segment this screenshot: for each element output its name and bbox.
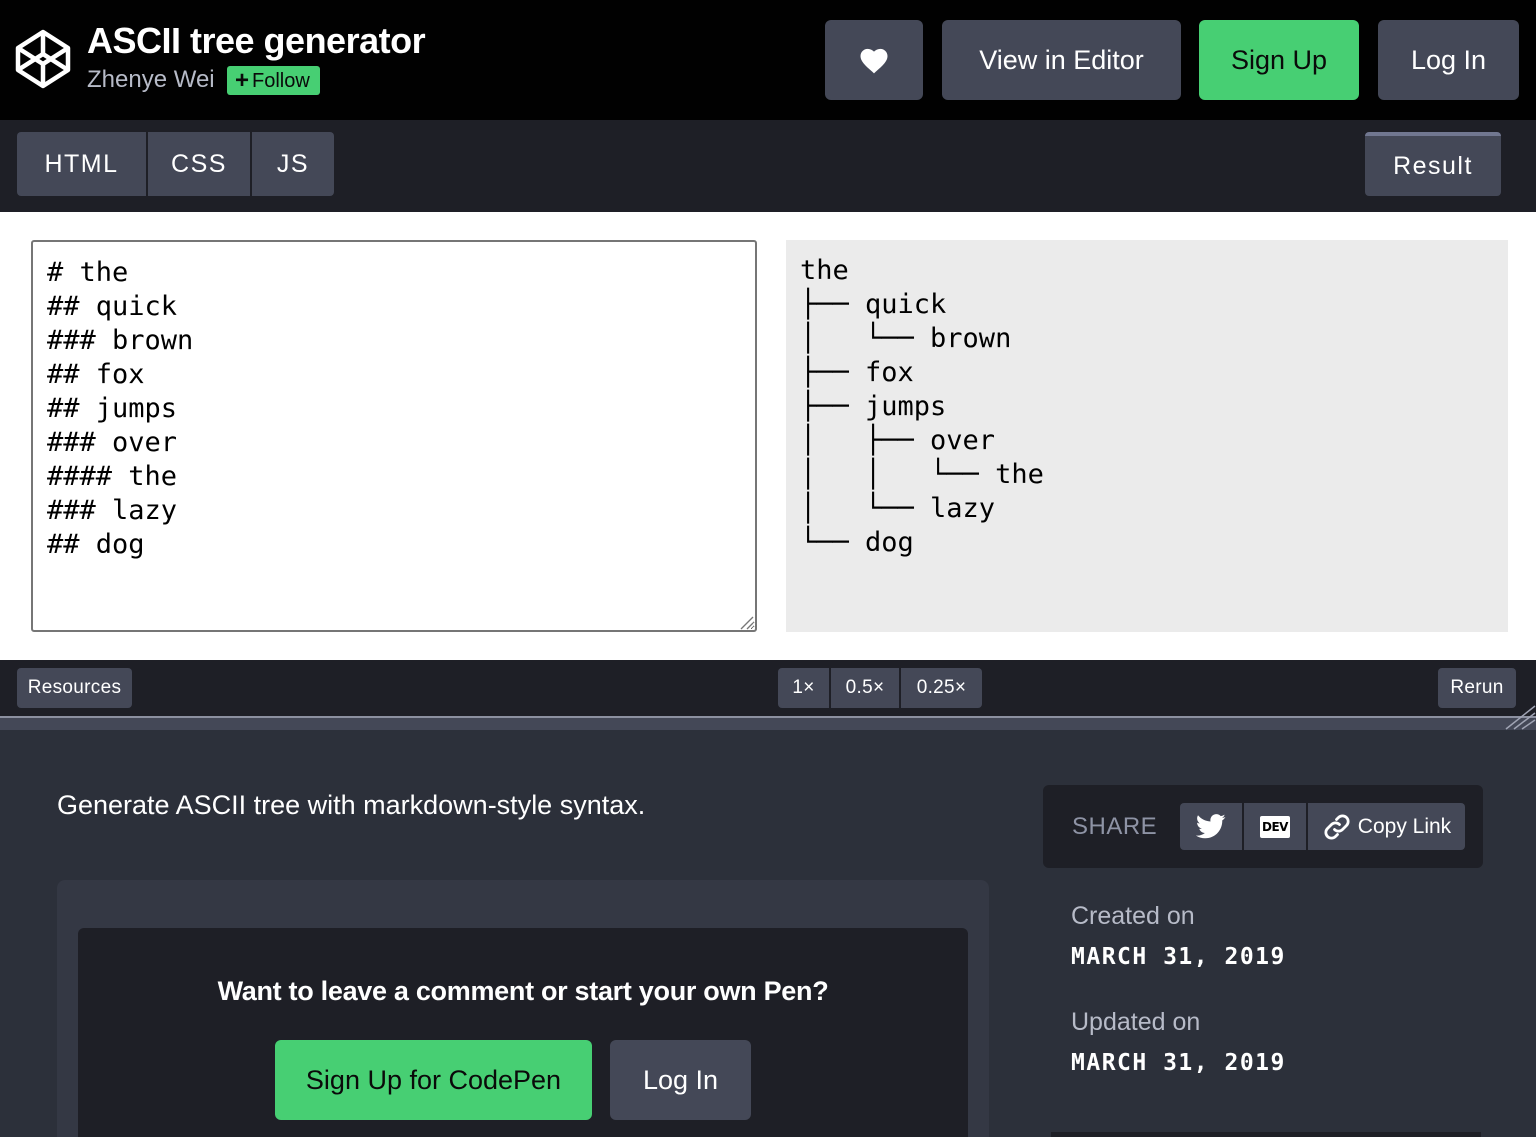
resources-button[interactable]: Resources [17,668,132,708]
tab-js[interactable]: JS [252,132,334,196]
sign-up-button[interactable]: Sign Up [1199,20,1359,100]
resize-grip-icon[interactable] [738,614,754,630]
plus-icon: + [235,67,250,94]
tab-result[interactable]: Result [1365,132,1501,196]
created-date: MARCH 31, 2019 [1071,944,1286,970]
preview-toolbar: Resources 1× 0.5× 0.25× Rerun [0,660,1536,716]
comment-cta: Want to leave a comment or start your ow… [78,928,968,1137]
link-icon [1324,813,1350,840]
sign-up-for-codepen-button[interactable]: Sign Up for CodePen [275,1040,592,1120]
panel-resize-divider[interactable] [0,716,1536,730]
follow-button[interactable]: + Follow [227,66,320,95]
log-in-button[interactable]: Log In [1378,20,1519,100]
copy-link-button[interactable]: Copy Link [1308,803,1465,850]
editor-tabs-bar: HTML CSS JS Result [0,120,1536,212]
updated-label: Updated on [1071,1008,1201,1036]
resize-handle-icon[interactable] [1502,702,1536,730]
twitter-icon [1196,814,1226,839]
cta-text: Want to leave a comment or start your ow… [217,976,829,1006]
dev-icon: DEV [1260,815,1290,838]
share-label: SHARE [1072,813,1158,840]
follow-label: Follow [252,70,310,92]
heart-icon [860,48,888,73]
author-name[interactable]: Zhenye Wei [87,66,215,94]
pen-description: Generate ASCII tree with markdown-style … [57,790,646,820]
view-in-editor-button[interactable]: View in Editor [942,20,1181,100]
result-preview: the ├── quick │ └── brown ├── fox ├── ju… [0,212,1536,660]
zoom-0-25x-button[interactable]: 0.25× [901,668,982,708]
share-dev-button[interactable]: DEV [1244,803,1306,850]
copy-link-label: Copy Link [1357,814,1452,838]
share-twitter-button[interactable] [1180,803,1242,850]
updated-date: MARCH 31, 2019 [1071,1050,1286,1076]
markdown-input[interactable] [31,240,757,632]
header: ASCII tree generator Zhenye Wei + Follow … [0,0,1536,120]
tree-output: the ├── quick │ └── brown ├── fox ├── ju… [786,240,1508,632]
cta-log-in-button[interactable]: Log In [610,1040,751,1120]
comment-box: Want to leave a comment or start your ow… [57,880,989,1137]
pen-title: ASCII tree generator [87,20,426,61]
created-label: Created on [1071,902,1195,930]
tab-css[interactable]: CSS [148,132,250,196]
codepen-logo-icon[interactable] [14,28,72,90]
tab-html[interactable]: HTML [17,132,146,196]
share-box: SHARE DEV Copy Link [1043,785,1483,868]
zoom-1x-button[interactable]: 1× [778,668,829,708]
meta-divider [1051,1132,1481,1137]
heart-button[interactable] [825,20,923,100]
zoom-0-5x-button[interactable]: 0.5× [831,668,899,708]
pen-details: Generate ASCII tree with markdown-style … [0,730,1536,1137]
